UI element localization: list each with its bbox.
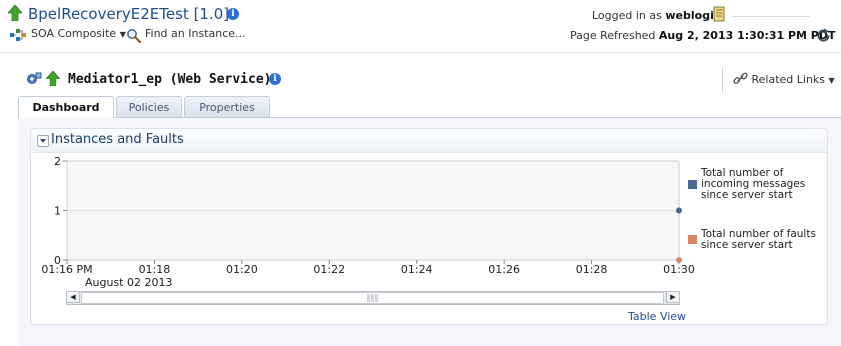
x-tick-label: 01:30: [663, 263, 695, 276]
legend-label-incoming: Total number of incoming messages since …: [701, 167, 806, 201]
legend-swatch-incoming: [688, 180, 697, 189]
tab-policies[interactable]: Policies: [116, 96, 182, 117]
app-title[interactable]: BpelRecoveryE2ETest [1.0]: [28, 5, 229, 23]
server-icon: [713, 6, 725, 22]
data-point-faults: [676, 257, 682, 263]
refresh-label: Page Refreshed: [570, 29, 656, 42]
legend-label-faults: Total number of faults since server star…: [701, 228, 816, 251]
info-icon[interactable]: i: [269, 73, 281, 85]
x-tick-label: 01:24: [401, 263, 433, 276]
x-tick-label: 01:26: [488, 263, 520, 276]
tab-dashboard[interactable]: Dashboard: [18, 96, 114, 118]
table-view-link[interactable]: Table View: [628, 310, 686, 323]
x-tick-label: 01:28: [576, 263, 608, 276]
soa-composite-label: SOA Composite: [31, 27, 117, 40]
legend-swatch-faults: [688, 235, 697, 244]
chevron-down-icon: ▼: [119, 30, 126, 39]
chevron-down-icon: ▼: [828, 76, 835, 85]
search-icon: [127, 29, 141, 43]
panel-title: Instances and Faults: [51, 132, 184, 147]
soa-composite-icon: [10, 29, 26, 41]
data-point-incoming: [676, 207, 682, 214]
collapse-icon[interactable]: [37, 135, 49, 147]
tab-properties[interactable]: Properties: [184, 96, 270, 117]
x-tick-label: 01:22: [313, 263, 345, 276]
header-divider: [0, 52, 841, 53]
logged-in-label: Logged in as: [592, 9, 662, 22]
link-icon: [733, 72, 748, 84]
scroll-right-button[interactable]: ▶: [666, 291, 680, 303]
soa-composite-menu[interactable]: SOA Composite ▼: [31, 27, 126, 40]
related-links-menu[interactable]: Related Links ▼: [722, 68, 835, 92]
scroll-thumb[interactable]: ‖‖‖: [81, 292, 664, 304]
masked-text: [732, 16, 810, 17]
scroll-left-button[interactable]: ◀: [66, 291, 80, 303]
find-instance-link[interactable]: Find an Instance...: [145, 27, 246, 40]
x-tick-label: 01:16 PM: [41, 263, 92, 276]
x-tick-label: 01:18: [139, 263, 171, 276]
y-tick-label: 2: [54, 155, 61, 168]
composite-up-arrow-icon: [8, 5, 22, 21]
web-service-icon: [27, 72, 42, 84]
related-links-label: Related Links: [751, 73, 826, 86]
x-axis-date-label: August 02 2013: [85, 276, 172, 289]
page-refresh-info: Page Refreshed Aug 2, 2013 1:30:31 PM PD…: [570, 29, 836, 42]
endpoint-title: Mediator1_ep (Web Service): [68, 72, 272, 87]
endpoint-up-arrow-icon: [46, 71, 60, 86]
y-tick-label: 1: [54, 205, 61, 218]
refresh-time: Aug 2, 2013 1:30:31 PM PDT: [658, 29, 836, 42]
logged-in-info: Logged in as weblogic: [592, 9, 720, 22]
refresh-icon[interactable]: [816, 28, 831, 43]
chart-scrollbar[interactable]: ◀ ‖‖‖ ▶: [66, 291, 680, 305]
info-icon[interactable]: i: [227, 8, 239, 20]
x-tick-label: 01:20: [226, 263, 258, 276]
